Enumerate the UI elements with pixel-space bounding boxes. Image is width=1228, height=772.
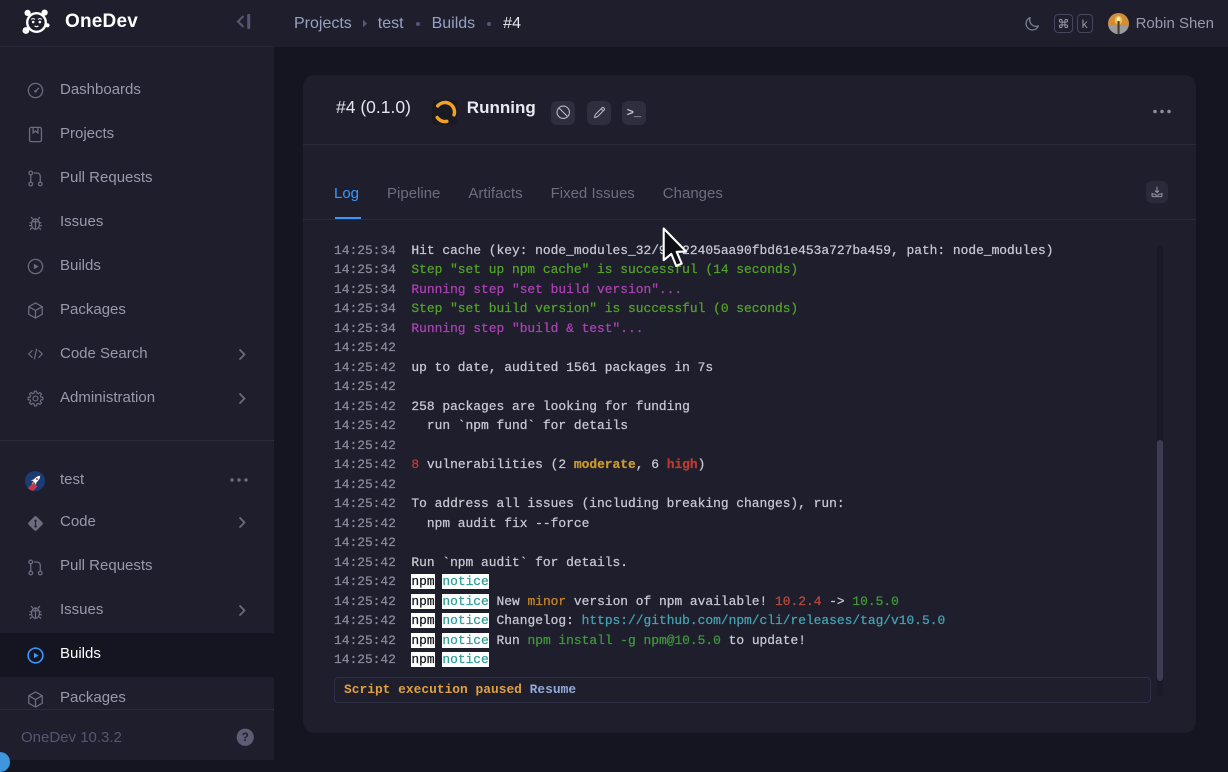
svg-text:?: ? [242,732,249,744]
